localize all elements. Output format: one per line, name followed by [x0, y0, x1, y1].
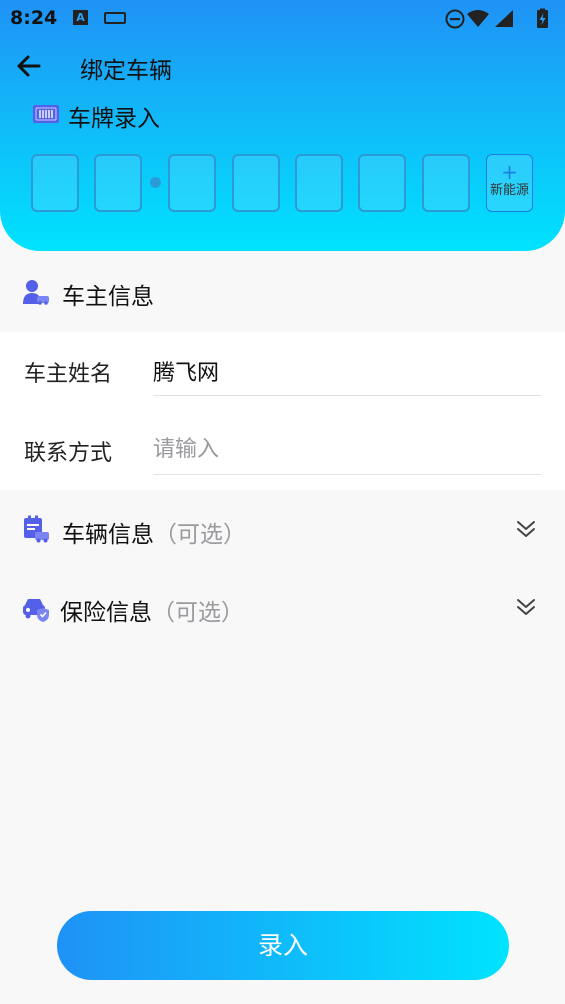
keyboard-icon [104, 12, 126, 24]
contact-row: 联系方式 [0, 411, 565, 490]
status-bar: 8:24 A [0, 0, 565, 38]
chevron-double-down-icon[interactable] [514, 517, 538, 541]
signal-icon [495, 10, 513, 27]
owner-form: 车主姓名 联系方式 [0, 332, 565, 490]
wifi-icon [467, 10, 489, 27]
insurance-info-toggle[interactable]: 保险信息（可选） [0, 577, 565, 637]
insurance-info-heading: 保险信息（可选） [60, 593, 244, 627]
vehicle-info-label: 车辆信息 [62, 522, 154, 548]
vehicle-info-heading: 车辆信息（可选） [62, 515, 246, 549]
battery-charging-icon [537, 8, 548, 28]
insurance-optional-label: （可选） [152, 600, 244, 626]
vehicle-info-icon [24, 515, 49, 543]
owner-section-heading: 车主信息 [0, 266, 565, 318]
status-icons [445, 8, 548, 29]
plate-char-3[interactable] [168, 154, 216, 212]
plus-icon: + [501, 160, 518, 184]
new-energy-label: 新能源 [489, 183, 529, 198]
new-energy-button[interactable]: + 新能源 [486, 154, 533, 212]
insurance-info-label: 保险信息 [60, 600, 152, 626]
a-notification-icon: A [73, 10, 88, 25]
plate-char-1[interactable] [31, 154, 79, 212]
plate-char-4[interactable] [232, 154, 280, 212]
license-plate-icon [33, 105, 59, 123]
do-not-disturb-icon [445, 9, 465, 29]
plate-char-7[interactable] [422, 154, 470, 212]
page-title: 绑定车辆 [80, 58, 172, 84]
owner-name-label: 车主姓名 [24, 362, 113, 387]
owner-name-row: 车主姓名 [0, 332, 565, 411]
vehicle-optional-label: （可选） [154, 522, 246, 548]
insurance-car-icon [23, 599, 49, 622]
title-bar: 绑定车辆 [0, 45, 565, 89]
plate-label: 车牌录入 [68, 106, 160, 132]
contact-label: 联系方式 [24, 441, 113, 466]
arrow-left-icon[interactable] [12, 49, 46, 83]
contact-input[interactable] [153, 425, 541, 475]
plate-char-5[interactable] [295, 154, 343, 212]
chevron-double-down-icon[interactable] [514, 595, 538, 619]
plate-char-6[interactable] [358, 154, 406, 212]
vehicle-info-toggle[interactable]: 车辆信息（可选） [0, 499, 565, 559]
status-time: 8:24 [10, 7, 58, 29]
plate-separator-dot [150, 177, 161, 188]
plate-char-2[interactable] [94, 154, 142, 212]
owner-heading-label: 车主信息 [62, 284, 154, 310]
owner-name-input[interactable] [153, 346, 541, 396]
submit-button[interactable]: 录入 [57, 911, 509, 980]
owner-car-icon [23, 280, 49, 305]
